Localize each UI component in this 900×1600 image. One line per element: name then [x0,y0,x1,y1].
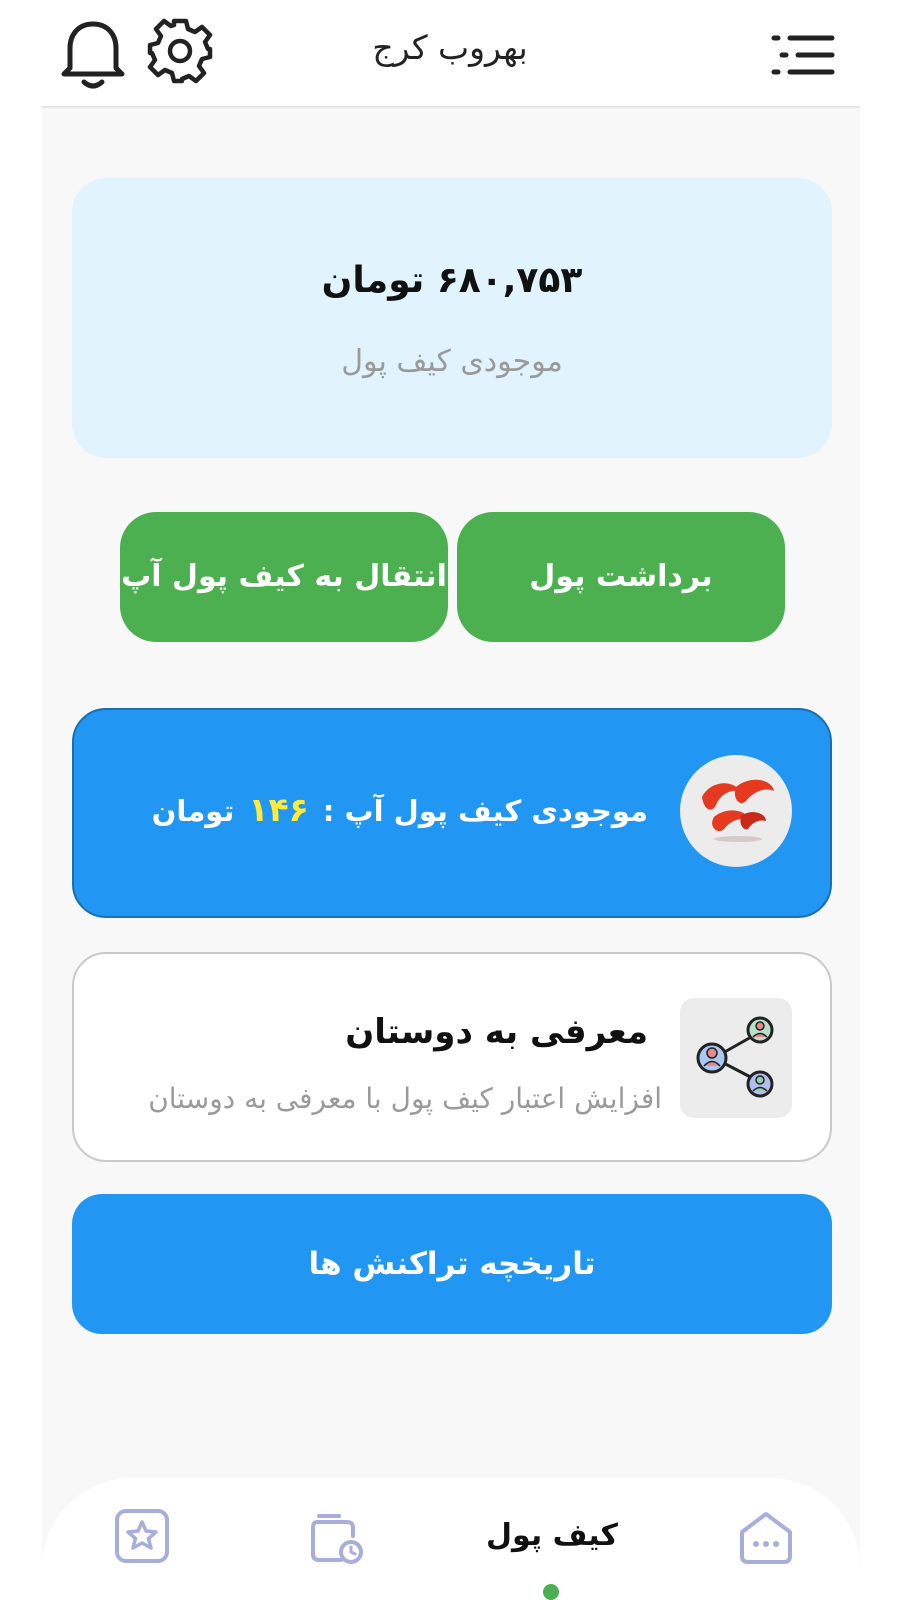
app-logo [680,755,792,867]
wallet-icon[interactable] [307,1506,367,1566]
favorites-icon[interactable] [112,1506,172,1566]
transfer-to-app-wallet-button[interactable]: انتقال به کیف پول آپ [120,512,448,642]
bottom-nav: کیف پول [42,1478,860,1600]
wallet-balance-amount: ۶۸۰,۷۵۳ تومان [321,260,583,301]
gear-icon[interactable] [145,16,215,86]
bell-icon[interactable] [58,18,128,92]
app-header: بهروب کرج [0,0,900,108]
app-wallet-label: موجودی کیف پول آپ : [322,794,648,828]
wallet-balance-card: ۶۸۰,۷۵۳ تومان موجودی کیف پول [72,178,832,458]
transaction-history-button[interactable]: تاریخچه تراکنش ها [72,1194,832,1334]
app-wallet-unit: تومان [151,794,235,828]
referral-card[interactable]: معرفی به دوستان افزایش اعتبار کیف پول با… [72,952,832,1162]
share-icon [680,998,792,1118]
referral-title: معرفی به دوستان [345,1012,648,1052]
menu-icon[interactable] [770,30,836,80]
nav-active-indicator [543,1584,559,1600]
withdraw-button[interactable]: برداشت پول [457,512,785,642]
page-title: بهروب کرج [372,28,528,67]
home-icon[interactable] [736,1506,796,1566]
nav-wallet-label[interactable]: کیف پول [482,1518,622,1553]
app-wallet-balance: موجودی کیف پول آپ : ۱۴۶ تومان [152,790,648,840]
app-wallet-card: موجودی کیف پول آپ : ۱۴۶ تومان [72,708,832,918]
referral-subtitle: افزایش اعتبار کیف پول با معرفی به دوستان [148,1082,662,1115]
app-wallet-value: ۱۴۶ [248,790,309,829]
wallet-balance-label: موجودی کیف پول [341,344,563,379]
